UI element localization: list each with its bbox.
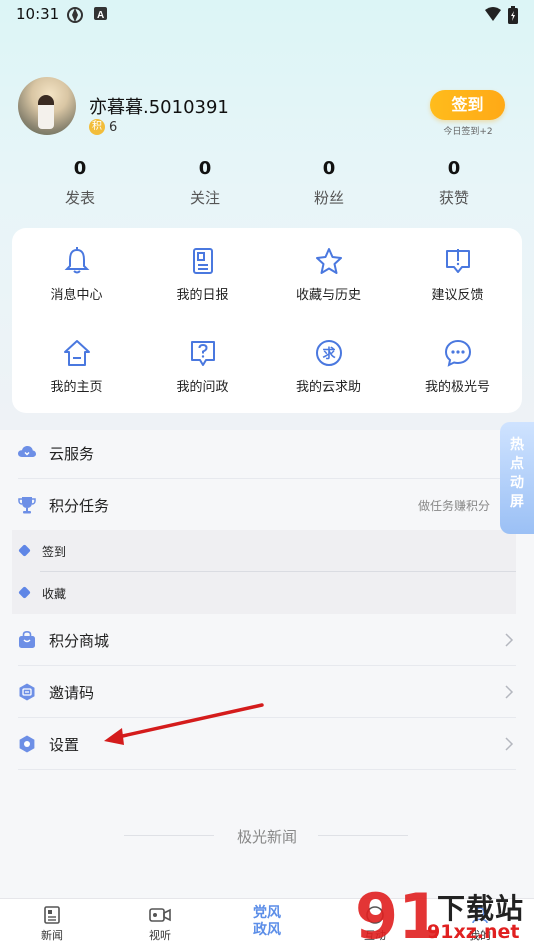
grid-label: 我的主页 xyxy=(50,380,103,395)
chevron-right-icon xyxy=(504,684,514,704)
grid-item-daily-report[interactable]: 我的日报 xyxy=(140,246,265,303)
points[interactable]: 积 6 xyxy=(89,119,117,135)
star-icon xyxy=(266,246,391,276)
signin-button[interactable]: 签到 xyxy=(430,90,505,120)
stat-value: 0 xyxy=(73,158,87,179)
shopping-bag-icon xyxy=(18,630,36,653)
hot-screen-tab[interactable]: 热点动屏 xyxy=(500,422,534,534)
cloud-icon xyxy=(18,444,36,464)
list-label: 积分任务 xyxy=(49,497,110,515)
brand-text: 极光新闻 xyxy=(236,828,297,846)
list-item-point-tasks[interactable]: 积分任务 做任务赚积分 xyxy=(18,479,516,531)
diamond-bullet-icon xyxy=(18,544,31,557)
tasks-hint: 做任务赚积分 xyxy=(417,499,490,513)
grid-item-aurora-account[interactable]: 我的极光号 xyxy=(395,338,520,395)
stat-label: 粉丝 xyxy=(313,189,344,207)
nav-video[interactable]: 视听 xyxy=(120,905,200,943)
stat-following[interactable]: 0 关注 xyxy=(155,158,255,208)
grid-item-feedback[interactable]: 建议反馈 xyxy=(395,246,520,303)
grid-item-favorites[interactable]: 收藏与历史 xyxy=(266,246,391,303)
diamond-bullet-icon xyxy=(18,586,31,599)
list-item-settings[interactable]: 设置 xyxy=(18,718,516,770)
chat-icon xyxy=(395,338,520,368)
grid-item-messages[interactable]: 消息中心 xyxy=(14,246,139,303)
list-label: 邀请码 xyxy=(49,684,95,702)
username[interactable]: 亦暮暮.5010391 xyxy=(89,93,229,119)
grid-label: 消息中心 xyxy=(50,288,103,303)
video-icon xyxy=(120,905,200,925)
grid-label: 我的云求助 xyxy=(295,380,361,395)
invite-icon xyxy=(18,683,36,705)
stat-value: 0 xyxy=(322,158,336,179)
newspaper-icon xyxy=(12,905,92,925)
divider xyxy=(318,835,408,836)
feedback-icon xyxy=(395,246,520,276)
watermark-url: 91xz.net xyxy=(427,921,520,943)
points-value: 6 xyxy=(109,119,118,135)
list-item-cloud-service[interactable]: 云服务 xyxy=(18,427,516,479)
battery-icon xyxy=(508,6,518,28)
svg-text:求: 求 xyxy=(322,346,336,362)
sub-item-label: 签到 xyxy=(42,545,67,559)
stat-label: 关注 xyxy=(189,189,220,207)
chevron-right-icon xyxy=(504,736,514,756)
stat-label: 发表 xyxy=(64,189,95,207)
grid-label: 我的问政 xyxy=(176,380,229,395)
status-bar: 10:31 A xyxy=(0,0,534,30)
grid-item-homepage[interactable]: 我的主页 xyxy=(14,338,139,395)
grid-label: 建议反馈 xyxy=(431,288,484,303)
home-icon xyxy=(14,338,139,368)
sub-item-favorite[interactable]: 收藏 xyxy=(12,572,516,613)
nav-news[interactable]: 新闻 xyxy=(12,905,92,943)
sub-item-signin[interactable]: 签到 xyxy=(12,530,516,571)
nav-party-style[interactable]: 党风 政风 xyxy=(240,905,294,939)
svg-text:A: A xyxy=(97,10,104,21)
list-label: 积分商城 xyxy=(49,632,110,650)
app-a-icon: A xyxy=(94,6,108,25)
grid-item-inquiry[interactable]: 我的问政 xyxy=(140,338,265,395)
wifi-icon xyxy=(484,6,502,26)
chevron-right-icon xyxy=(504,632,514,652)
grid-label: 收藏与历史 xyxy=(295,288,361,303)
list-item-invite-code[interactable]: 邀请码 xyxy=(18,666,516,718)
stat-fans[interactable]: 0 粉丝 xyxy=(279,158,379,208)
watermark-logo: 91 下载站 91xz.net xyxy=(355,880,534,950)
signin-bonus-text: 今日签到+2 xyxy=(443,127,493,137)
sub-item-label: 收藏 xyxy=(42,587,67,601)
sync-icon xyxy=(66,6,84,28)
list-item-point-mall[interactable]: 积分商城 xyxy=(18,614,516,666)
feature-grid: 消息中心 我的日报 收藏与历史 建议反馈 我的主页 我的问政 求 我的云求助 我… xyxy=(12,228,522,413)
report-icon xyxy=(140,246,265,276)
stat-posts[interactable]: 0 发表 xyxy=(30,158,130,208)
grid-label: 我的极光号 xyxy=(424,380,490,395)
grid-label: 我的日报 xyxy=(176,288,229,303)
stat-likes[interactable]: 0 获赞 xyxy=(404,158,504,208)
task-sublist: 签到 收藏 xyxy=(12,530,516,614)
status-time: 10:31 xyxy=(16,5,60,23)
question-icon xyxy=(140,338,265,368)
points-badge-icon: 积 xyxy=(89,119,105,135)
trophy-icon xyxy=(18,496,36,518)
grid-item-cloud-help[interactable]: 求 我的云求助 xyxy=(266,338,391,395)
list-label: 云服务 xyxy=(49,445,95,463)
nav-label: 视听 xyxy=(149,929,171,942)
stat-value: 0 xyxy=(198,158,212,179)
gear-icon xyxy=(18,735,36,757)
stat-label: 获赞 xyxy=(438,189,469,207)
help-icon: 求 xyxy=(266,338,391,368)
bell-icon xyxy=(14,246,139,276)
nav-label: 新闻 xyxy=(41,929,63,942)
avatar[interactable] xyxy=(18,77,76,135)
list-label: 设置 xyxy=(49,736,80,754)
stat-value: 0 xyxy=(447,158,461,179)
